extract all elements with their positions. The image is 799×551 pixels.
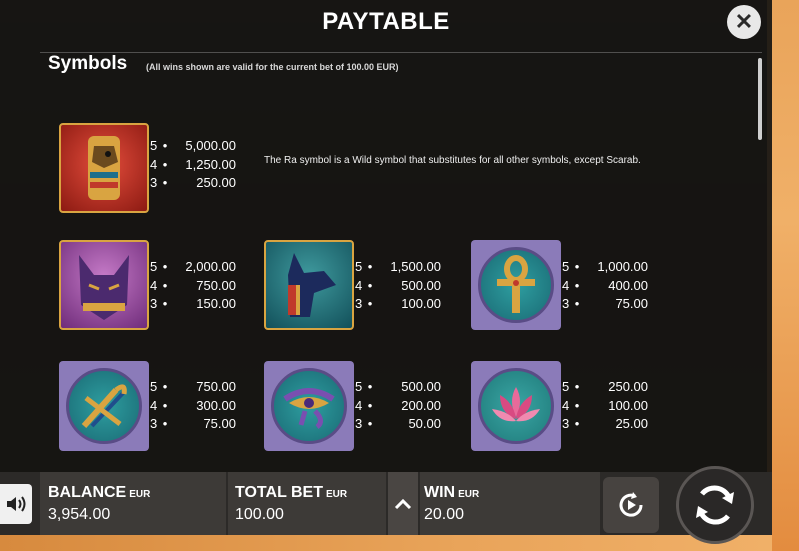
page-title: PAYTABLE (322, 8, 450, 35)
pay-row: 4 • 300.00 (150, 397, 236, 413)
eye-of-horus-icon (283, 388, 335, 429)
pay-row: 3 • 150.00 (150, 296, 236, 311)
symbol-bastet (59, 240, 149, 330)
balance-label: BALANCE EUR (48, 484, 151, 501)
pay-row: 4 • 400.00 (562, 277, 648, 293)
symbol-medallion (478, 247, 554, 323)
spin-button[interactable] (676, 466, 754, 544)
spin-arrows-icon (696, 485, 734, 525)
pay-row: 3 • 75.00 (562, 296, 648, 311)
pay-table-crook-flail: 5 • 750.00 4 • 300.00 3 • 75.00 (150, 378, 236, 434)
pay-row: 3 • 250.00 (150, 175, 236, 190)
ra-falcon-icon (88, 136, 120, 200)
pay-row: 4 • 500.00 (355, 277, 441, 293)
section-note: (All wins shown are valid for the curren… (146, 62, 399, 72)
pay-table-eye-of-horus: 5 • 500.00 4 • 200.00 3 • 50.00 (355, 378, 441, 434)
pay-table-ankh: 5 • 1,000.00 4 • 400.00 3 • 75.00 (562, 258, 648, 314)
pay-row: 4 • 200.00 (355, 397, 441, 413)
bottom-sunset-strip (0, 535, 772, 551)
pay-row: 4 • 750.00 (150, 277, 236, 293)
symbol-eye-of-horus (264, 361, 354, 451)
pay-table-ra: 5 • 5,000.00 4 • 1,250.00 3 • 250.00 (150, 137, 236, 193)
symbol-anubis (264, 240, 354, 330)
close-button[interactable]: ✕ (727, 5, 761, 39)
autoplay-button[interactable] (603, 477, 659, 533)
wild-description: The Ra symbol is a Wild symbol that subs… (264, 155, 641, 166)
autoplay-icon (619, 492, 643, 517)
total-bet-value: 100.00 (235, 506, 284, 523)
pay-table-bastet: 5 • 2,000.00 4 • 750.00 3 • 150.00 (150, 258, 236, 314)
pay-table-lotus: 5 • 250.00 4 • 100.00 3 • 25.00 (562, 378, 648, 434)
pay-row: 4 • 100.00 (562, 397, 648, 413)
pay-row: 5 • 5,000.00 (150, 138, 236, 153)
win-label: WIN EUR (424, 484, 480, 501)
sound-button[interactable] (0, 484, 32, 524)
total-bet-panel (228, 472, 386, 535)
scrollbar-thumb[interactable] (758, 58, 762, 140)
pay-row: 5 • 1,000.00 (562, 259, 648, 274)
crook-flail-icon (81, 384, 127, 428)
header-divider (40, 52, 762, 53)
win-panel (420, 472, 600, 535)
speaker-icon (7, 496, 26, 512)
pay-row: 5 • 1,500.00 (355, 259, 441, 274)
cat-head-icon (79, 255, 129, 320)
pay-row: 3 • 25.00 (562, 416, 648, 431)
pay-row: 5 • 500.00 (355, 379, 441, 394)
pay-row: 3 • 50.00 (355, 416, 441, 431)
pay-row: 3 • 100.00 (355, 296, 441, 311)
chevron-up-icon (394, 498, 412, 509)
ankh-icon (497, 255, 535, 313)
symbol-crook-flail (59, 361, 149, 451)
balance-panel (40, 472, 226, 535)
win-value: 20.00 (424, 506, 465, 523)
symbol-medallion (66, 368, 142, 444)
paytable-panel: PAYTABLE ✕ Symbols (All wins shown are v… (0, 0, 772, 472)
pay-row: 5 • 2,000.00 (150, 259, 236, 274)
pay-row: 5 • 250.00 (562, 379, 648, 394)
symbol-ra (59, 123, 149, 213)
symbol-lotus (471, 361, 561, 451)
jackal-head-icon (288, 253, 336, 317)
symbol-medallion (478, 368, 554, 444)
total-bet-label: TOTAL BET EUR (235, 484, 348, 501)
pay-row: 5 • 750.00 (150, 379, 236, 394)
section-title: Symbols (48, 53, 128, 74)
pay-row: 4 • 1,250.00 (150, 156, 236, 172)
balance-value: 3,954.00 (48, 506, 111, 523)
symbol-ankh (471, 240, 561, 330)
pay-row: 3 • 75.00 (150, 416, 236, 431)
bet-increase-button[interactable] (388, 472, 418, 535)
pay-table-anubis: 5 • 1,500.00 4 • 500.00 3 • 100.00 (355, 258, 441, 314)
lotus-flower-icon (492, 387, 540, 422)
symbol-medallion (271, 368, 347, 444)
